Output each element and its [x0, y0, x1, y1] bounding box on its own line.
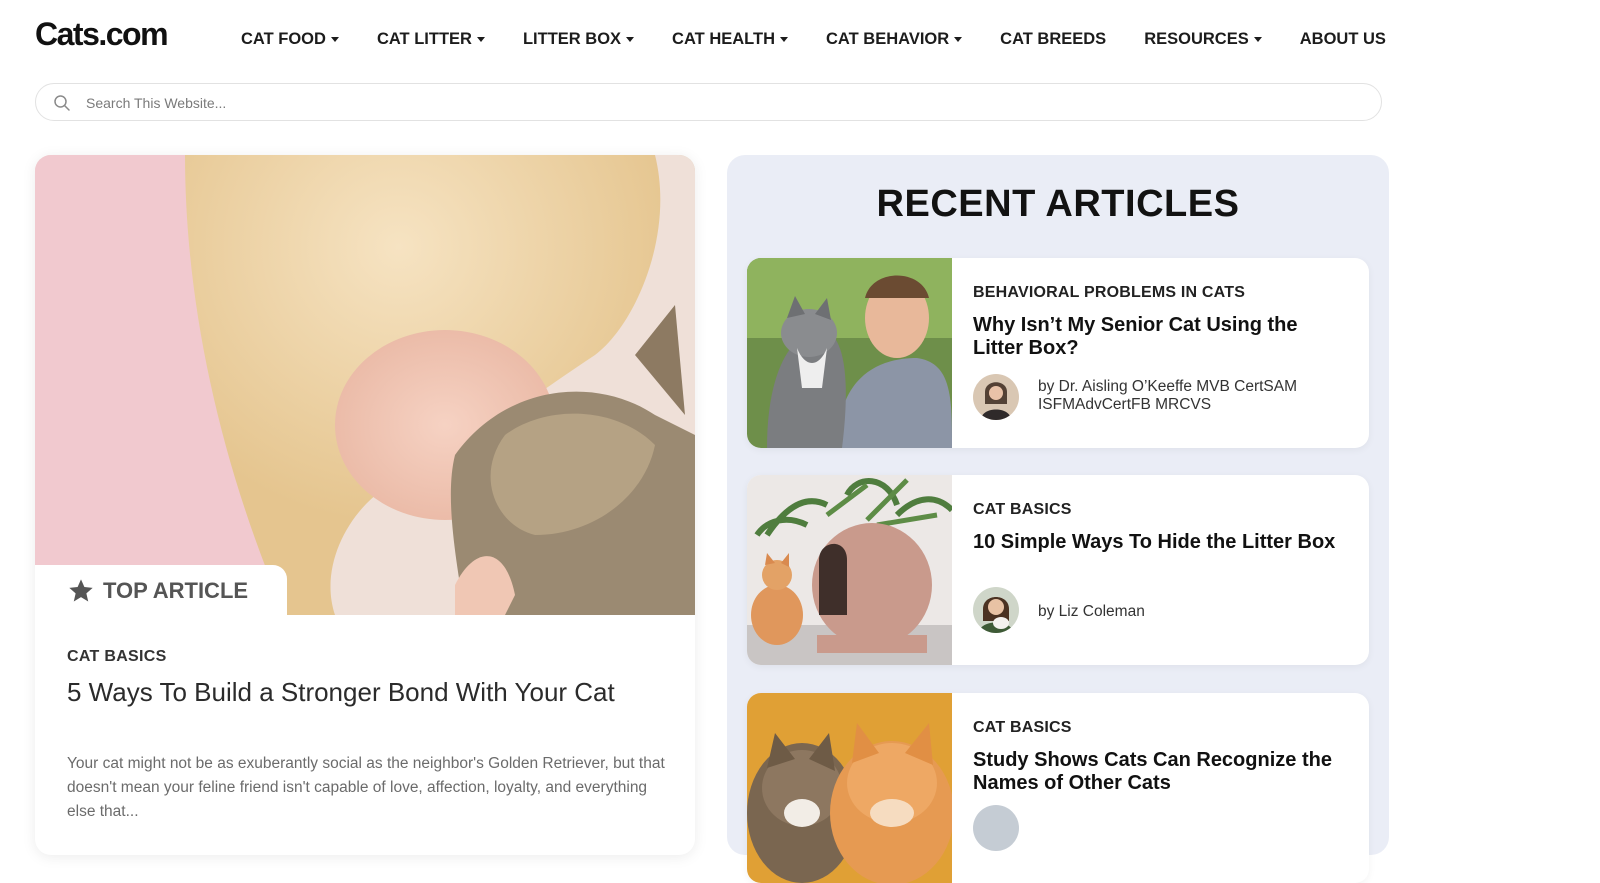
site-logo[interactable]: Cats.com: [35, 16, 169, 53]
nav-item-resources[interactable]: RESOURCES: [1144, 30, 1262, 49]
article-thumbnail[interactable]: [747, 475, 952, 665]
nav-item-about-us[interactable]: ABOUT US: [1300, 30, 1386, 49]
author-avatar: [973, 374, 1019, 420]
nav-item-cat-breeds[interactable]: CAT BREEDS: [1000, 30, 1106, 49]
article-title[interactable]: Why Isn’t My Senior Cat Using the Litter…: [973, 314, 1353, 360]
top-article-badge: TOP ARTICLE: [35, 565, 287, 617]
article-author[interactable]: by Liz Coleman: [1038, 603, 1348, 621]
star-icon: [69, 579, 93, 602]
nav-label: CAT BREEDS: [1000, 30, 1107, 48]
main-nav: CAT FOOD CAT LITTER LITTER BOX CAT HEALT…: [241, 30, 1386, 49]
article-card[interactable]: BEHAVIORAL PROBLEMS IN CATS Why Isn’t My…: [747, 258, 1369, 448]
top-article-image[interactable]: [35, 155, 695, 615]
recent-articles-heading: RECENT ARTICLES: [876, 183, 1240, 225]
top-article-category[interactable]: CAT BASICS: [67, 648, 167, 666]
chevron-down-icon: [954, 37, 963, 42]
nav-label: CAT FOOD: [241, 30, 326, 48]
author-avatar: [973, 805, 1019, 851]
top-article-badge-label: TOP ARTICLE: [103, 578, 249, 603]
nav-item-cat-food[interactable]: CAT FOOD: [241, 30, 339, 49]
article-category[interactable]: BEHAVIORAL PROBLEMS IN CATS: [973, 284, 1245, 302]
nav-item-cat-behavior[interactable]: CAT BEHAVIOR: [826, 30, 963, 49]
article-thumbnail[interactable]: [747, 693, 952, 883]
recent-articles-panel: RECENT ARTICLES BEHAVIORAL PROBLEMS IN C…: [727, 155, 1389, 883]
search-icon[interactable]: [52, 93, 72, 113]
nav-label: ABOUT US: [1299, 30, 1386, 48]
chevron-down-icon: [1253, 37, 1262, 42]
nav-label: LITTER BOX: [522, 30, 622, 48]
chevron-down-icon: [330, 37, 339, 42]
nav-label: RESOURCES: [1144, 30, 1249, 48]
search-bar: [35, 83, 1382, 121]
chevron-down-icon: [476, 37, 485, 42]
top-article-excerpt: Your cat might not be as exuberantly soc…: [67, 755, 665, 820]
chevron-down-icon: [626, 37, 635, 42]
search-input[interactable]: [84, 90, 1348, 116]
article-card[interactable]: CAT BASICS Study Shows Cats Can Recogniz…: [747, 693, 1369, 883]
chevron-down-icon: [780, 37, 789, 42]
article-title[interactable]: Study Shows Cats Can Recognize the Names…: [973, 749, 1353, 795]
nav-label: CAT LITTER: [376, 30, 472, 48]
article-category[interactable]: CAT BASICS: [973, 719, 1072, 737]
top-article-title[interactable]: 5 Ways To Build a Stronger Bond With You…: [67, 677, 637, 707]
nav-item-cat-health[interactable]: CAT HEALTH: [672, 30, 789, 49]
article-card[interactable]: CAT BASICS 10 Simple Ways To Hide the Li…: [747, 475, 1369, 665]
top-article-card[interactable]: TOP ARTICLE CAT BASICS 5 Ways To Build a…: [35, 155, 695, 855]
nav-label: CAT BEHAVIOR: [826, 30, 950, 48]
nav-item-litter-box[interactable]: LITTER BOX: [522, 30, 635, 49]
author-avatar: [973, 587, 1019, 633]
article-thumbnail[interactable]: [747, 258, 952, 448]
article-author[interactable]: by Dr. Aisling O’Keeffe MVB CertSAM ISFM…: [1038, 378, 1348, 414]
nav-item-cat-litter[interactable]: CAT LITTER: [377, 30, 485, 49]
article-category[interactable]: CAT BASICS: [973, 501, 1072, 519]
article-title[interactable]: 10 Simple Ways To Hide the Litter Box: [973, 531, 1353, 554]
nav-label: CAT HEALTH: [672, 30, 776, 48]
